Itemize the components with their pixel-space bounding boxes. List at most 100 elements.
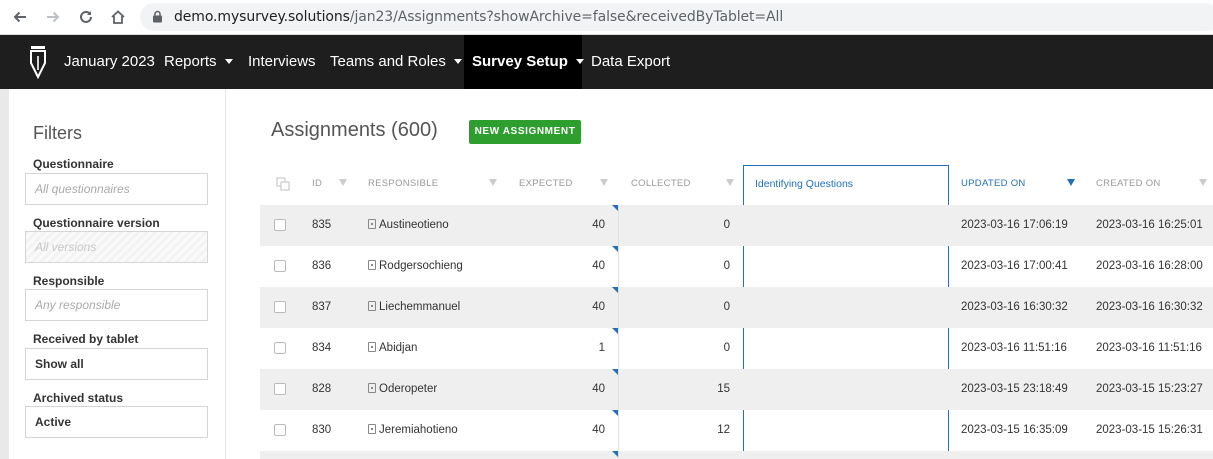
address-bar[interactable]: demo.mysurvey.solutions/jan23/Assignment… (140, 3, 1213, 31)
sidebar-collapse-strip[interactable] (0, 89, 9, 459)
filter-icon[interactable] (489, 179, 497, 186)
cell-expected[interactable]: 40 (560, 205, 605, 246)
row-checkbox[interactable] (274, 342, 286, 354)
cell-created-on: 2023-03-15 15:26:31 (1096, 424, 1203, 436)
cell-expected[interactable]: 40 (560, 410, 605, 451)
filter-icon[interactable] (600, 179, 608, 186)
cell-updated-on: 2023-03-16 17:00:41 (961, 260, 1068, 272)
user-icon (368, 260, 376, 270)
cell-responsible[interactable]: Liechemmanuel (368, 287, 460, 328)
page-title: Assignments (600) (271, 119, 438, 141)
chevron-down-icon (575, 58, 584, 64)
table-row[interactable]: 835 Austineotieno 40 0 2023-03-16 17:06:… (260, 205, 1213, 246)
cell-id: 828 (312, 383, 332, 395)
row-checkbox[interactable] (274, 219, 286, 231)
filter-questionnaire-label: Questionnaire (33, 157, 114, 171)
nav-teams-label: Teams and Roles (330, 53, 446, 70)
cell-id: 834 (312, 342, 332, 354)
column-header-collected[interactable]: COLLECTED (631, 165, 691, 205)
nav-reports-label: Reports (164, 53, 217, 70)
sort-desc-icon[interactable] (1067, 179, 1075, 186)
cell-collected: 12 (717, 424, 730, 436)
filter-questionnaire-version-label: Questionnaire version (33, 216, 160, 230)
nav-item-survey-name[interactable]: January 2023 (64, 35, 155, 89)
filter-icon[interactable] (726, 179, 734, 186)
questionnaire-version-select: All versions (25, 231, 208, 263)
table-row[interactable]: 828 Oderopeter 40 15 2023-03-15 23:18:49… (260, 369, 1213, 410)
column-divider (618, 205, 619, 459)
copy-icon[interactable] (276, 177, 290, 191)
archived-status-select[interactable]: Active (25, 406, 208, 438)
cell-collected: 0 (723, 219, 730, 231)
nav-item-reports[interactable]: Reports (164, 35, 233, 89)
row-checkbox[interactable] (274, 260, 286, 272)
column-header-expected[interactable]: EXPECTED (519, 165, 573, 205)
url-text: demo.mysurvey.solutions/jan23/Assignment… (174, 9, 783, 25)
cell-responsible[interactable]: Jeremiahotieno (368, 410, 458, 451)
filter-received-by-tablet-label: Received by tablet (33, 332, 139, 346)
cell-expected[interactable]: 1 (560, 328, 605, 369)
cell-id: 837 (312, 301, 332, 313)
cell-expected[interactable]: 40 (560, 246, 605, 287)
table-row[interactable]: 834 Abidjan 1 0 2023-03-16 11:51:16 2023… (260, 328, 1213, 369)
cell-expected[interactable]: 40 (560, 369, 605, 410)
table-row[interactable] (260, 451, 1213, 459)
cell-responsible[interactable]: Rodgersochieng (368, 246, 463, 287)
filter-responsible-label: Responsible (33, 274, 105, 288)
responsible-name: Jeremiahotieno (379, 424, 458, 436)
new-assignment-button[interactable]: NEW ASSIGNMENT (469, 120, 581, 144)
cell-collected: 15 (717, 383, 730, 395)
cell-expected[interactable]: 40 (560, 287, 605, 328)
cell-updated-on: 2023-03-16 11:51:16 (961, 342, 1067, 354)
chevron-down-icon (453, 58, 462, 64)
cell-collected: 0 (723, 342, 730, 354)
row-checkbox[interactable] (274, 424, 286, 436)
forward-icon[interactable] (41, 5, 65, 29)
nav-item-interviews[interactable]: Interviews (248, 35, 316, 89)
questionnaire-select[interactable]: All questionnaires (25, 173, 208, 205)
cell-updated-on: 2023-03-15 16:35:09 (961, 424, 1068, 436)
column-header-updated-on[interactable]: UPDATED ON (961, 165, 1026, 205)
nav-survey-name-label: January 2023 (64, 53, 155, 70)
cell-id: 830 (312, 424, 332, 436)
cell-responsible[interactable]: Austineotieno (368, 205, 449, 246)
user-icon (368, 301, 376, 311)
filter-icon[interactable] (1199, 179, 1207, 186)
cell-collected: 0 (723, 260, 730, 272)
cell-created-on: 2023-03-16 16:30:32 (1096, 301, 1203, 313)
filters-sidebar: Filters Questionnaire All questionnaires… (9, 89, 226, 459)
responsible-select[interactable]: Any responsible (25, 289, 208, 321)
cell-updated-on: 2023-03-16 16:30:32 (961, 301, 1068, 313)
lock-icon (152, 10, 163, 28)
nav-item-teams-and-roles[interactable]: Teams and Roles (330, 35, 462, 89)
home-icon[interactable] (106, 5, 130, 29)
table-row[interactable]: 830 Jeremiahotieno 40 12 2023-03-15 16:3… (260, 410, 1213, 451)
nav-item-data-export[interactable]: Data Export (591, 35, 670, 89)
top-navbar: January 2023 Reports Interviews Teams an… (0, 35, 1213, 89)
cell-responsible[interactable]: Abidjan (368, 328, 417, 369)
cell-responsible[interactable]: Oderopeter (368, 369, 437, 410)
responsible-name: Liechemmanuel (379, 301, 461, 313)
nav-data-export-label: Data Export (591, 53, 671, 70)
column-header-id[interactable]: ID (312, 165, 322, 205)
row-checkbox[interactable] (274, 301, 286, 313)
row-checkbox[interactable] (274, 383, 286, 395)
chevron-down-icon (224, 58, 233, 64)
column-header-identifying-questions[interactable]: Identifying Questions (755, 165, 853, 205)
column-header-created-on[interactable]: CREATED ON (1096, 165, 1161, 205)
filter-icon[interactable] (339, 179, 347, 186)
app-logo[interactable] (26, 44, 50, 80)
column-header-responsible[interactable]: RESPONSIBLE (368, 165, 438, 205)
received-by-tablet-select[interactable]: Show all (25, 348, 208, 380)
cell-collected: 0 (723, 301, 730, 313)
user-icon (368, 219, 376, 229)
user-icon (368, 383, 376, 393)
responsible-name: Oderopeter (379, 383, 438, 395)
cell-updated-on: 2023-03-15 23:18:49 (961, 383, 1068, 395)
reload-icon[interactable] (74, 5, 98, 29)
table-row[interactable]: 837 Liechemmanuel 40 0 2023-03-16 16:30:… (260, 287, 1213, 328)
nav-item-survey-setup[interactable]: Survey Setup (464, 35, 584, 89)
table-row[interactable]: 836 Rodgersochieng 40 0 2023-03-16 17:00… (260, 246, 1213, 287)
responsible-name: Rodgersochieng (379, 260, 463, 272)
back-icon[interactable] (8, 5, 32, 29)
